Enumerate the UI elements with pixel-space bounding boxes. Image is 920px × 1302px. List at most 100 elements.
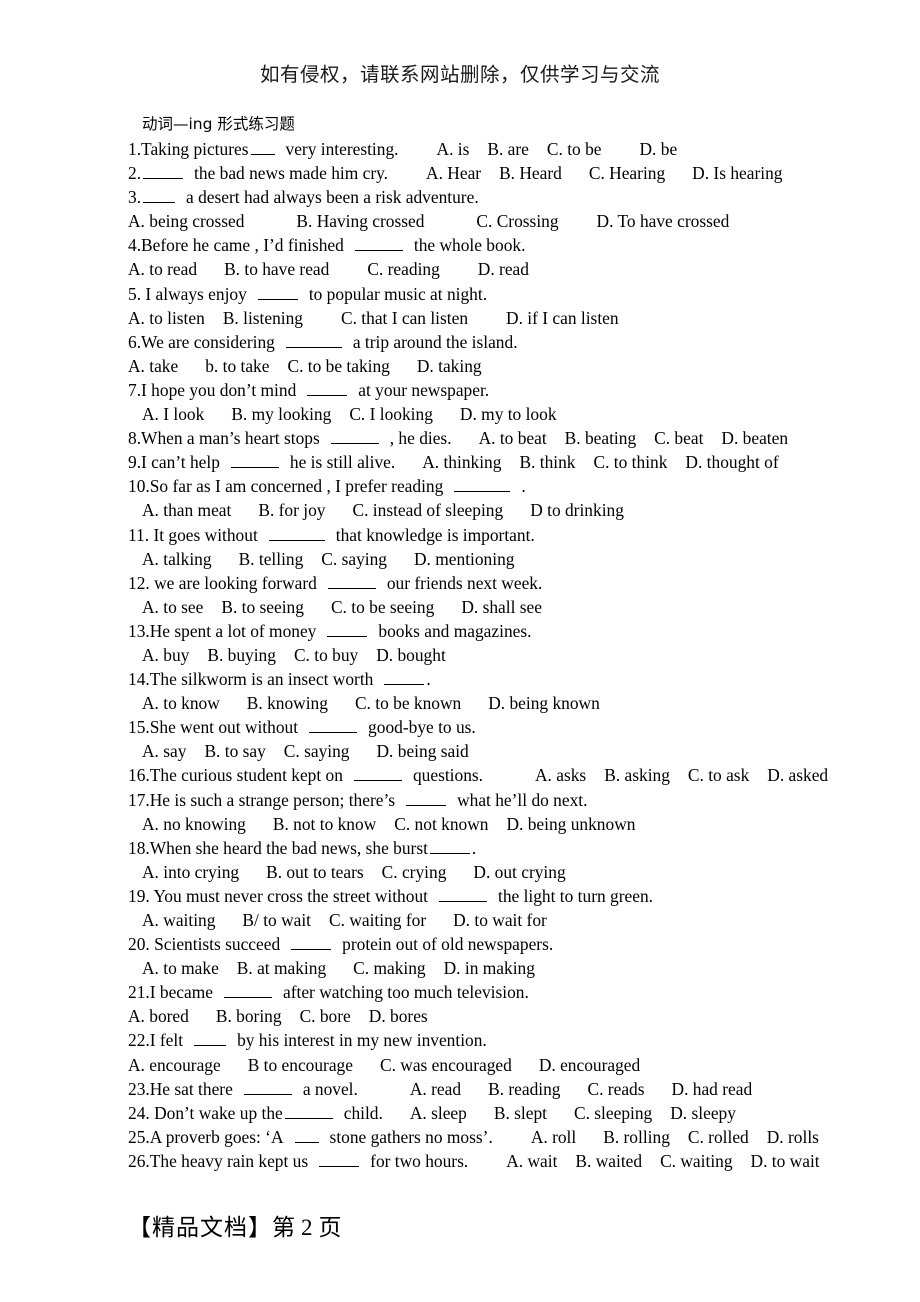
q10-stem-after: . [521,476,526,497]
q24-option-a: A. sleep [409,1102,467,1123]
q24-option-d: D. sleepy [670,1102,736,1123]
footer-page-number: 2 [301,1215,314,1240]
q10-option-c: C. instead of sleeping [352,500,504,521]
q26-stem-after: for two hours. [370,1150,469,1171]
q9-option-a: A. thinking [422,452,502,473]
q23-stem-after: a novel. [302,1078,358,1099]
q23-number: 23. [128,1078,150,1099]
q8-option-c: C. beat [654,428,704,449]
question-line-7: 7.I hope you don’t mind at your newspaper… [128,378,828,402]
q2-option-a: A. Hear [426,163,482,184]
question-line-21: 21.I became after watching too much telev… [128,980,828,1004]
q20-number: 20. [128,934,150,955]
q13-number: 13. [128,620,150,641]
q15-option-b: B. to say [204,741,266,762]
q10-option-d: D to drinking [530,500,624,521]
q17-option-a: A. no knowing [142,813,246,834]
q6-stem-after: a trip around the island. [352,331,518,352]
q5-option-c: C. that I can listen [341,307,469,328]
q16-number: 16. [128,765,150,786]
q21-option-b: B. boring [215,1006,282,1027]
q18-option-d: D. out crying [473,861,566,882]
question-line-20: 20. Scientists succeed protein out of old… [128,932,828,956]
question-20-options: A. to make B. at making C. making D. in mak… [128,956,828,980]
q3-stem-after: a desert had always been a risk adventur… [186,187,479,208]
q22-option-a: A. encourage [128,1054,221,1075]
q14-option-a: A. to know [142,693,220,714]
q21-number: 21. [128,982,150,1003]
question-line-23: 23.He sat there a novel. A. read B. reading… [128,1077,828,1101]
q6-number: 6. [128,331,142,352]
q22-option-b: B to encourage [247,1054,353,1075]
q25-blank [294,1129,319,1143]
q11-stem-after: that knowledge is important. [335,524,535,545]
q13-stem-after: books and magazines. [378,620,532,641]
q18-stem-after: . [471,837,477,858]
q22-option-d: D. encouraged [538,1054,641,1075]
q9-number: 9. [128,452,142,473]
page-footer: 【精品文档】第 2 页 [128,1208,343,1242]
question-12-options: A. to see B. to seeing C. to be seeing D. s… [128,595,828,619]
q7-option-d: D. my to look [459,404,557,425]
question-15-options: A. say B. to say C. saying D. being said [128,739,828,763]
q5-option-a: A. to listen [128,307,205,328]
q5-stem-after: to popular music at night. [308,283,488,304]
q25-option-c: C. rolled [687,1126,749,1147]
q3-number: 3. [128,187,142,208]
q18-option-b: B. out to tears [266,861,364,882]
q20-option-a: A. to make [142,958,219,979]
q25-option-a: A. roll [530,1126,577,1147]
q13-option-d: D. bought [376,644,446,665]
question-line-6: 6.We are considering a trip around the is… [128,330,828,354]
q8-option-a: A. to beat [478,428,547,449]
q4-stem-after: the whole book. [413,235,526,256]
q15-option-a: A. say [142,741,187,762]
q6-blank [285,334,342,348]
question-13-options: A. buy B. buying C. to buy D. bought [128,643,828,667]
q12-stem-before: we are looking forward [149,572,317,593]
q22-stem-before: I felt [149,1030,184,1051]
q7-option-c: C. I looking [349,404,433,425]
q18-stem-before: When she heard the bad news, she burst [149,837,428,858]
q7-stem-before: I hope you don’t mind [141,379,297,400]
q13-option-c: C. to buy [293,644,359,665]
q22-number: 22. [128,1030,150,1051]
question-6-options: A. take b. to take C. to be taking D. takin… [128,354,828,378]
q13-option-b: B. buying [207,644,276,665]
q26-number: 26. [128,1150,150,1171]
q23-option-b: B. reading [488,1078,561,1099]
q3-option-c: C. Crossing [476,211,559,232]
question-line-2: 2. the bad news made him cry. A. Hear B. He… [128,161,828,185]
q3-option-a: A. being crossed [128,211,245,232]
q19-option-b: B/ to wait [242,910,312,930]
q10-number: 10. [128,476,150,497]
question-line-10: 10.So far as I am concerned , I prefer r… [128,474,828,498]
question-4-options: A. to read B. to have read C. reading D. re… [128,257,828,281]
question-line-8: 8.When a man’s heart stops , he dies. A. t… [128,426,828,450]
q15-option-d: D. being said [376,741,469,762]
question-line-17: 17.He is such a strange person; there’s w… [128,788,828,812]
q1-stem-after: very interesting. [285,139,399,159]
q14-stem-before: The silkworm is an insect worth [149,669,374,690]
q22-stem-after: by his interest in my new invention. [237,1030,487,1051]
q17-blank [406,792,447,806]
q18-option-a: A. into crying [142,861,240,882]
question-7-options: A. I look B. my looking C. I looking D. my … [128,402,828,426]
q5-number: 5. [128,283,142,304]
q18-blank [429,840,470,854]
q26-option-a: A. wait [506,1150,558,1171]
q16-blank [353,767,402,782]
q15-stem-after: good-bye to us. [368,717,476,738]
q5-option-d: D. if I can listen [506,307,619,328]
q26-stem-before: The heavy rain kept us [149,1150,309,1171]
q7-stem-after: at your newspaper. [358,379,490,400]
q4-stem-before: Before he came , I’d finished [141,235,344,256]
question-line-1: 1.Taking pictures very interesting. A. is B… [128,137,828,161]
q10-option-a: A. than meat [142,500,232,521]
q2-option-b: B. Heard [499,163,562,184]
q2-blank [143,165,184,180]
q16-option-d: D. asked [767,765,829,786]
q20-option-c: C. making [353,958,426,979]
q6-option-b: b. to take [205,355,270,376]
q9-stem-before: I can’t help [141,452,220,473]
